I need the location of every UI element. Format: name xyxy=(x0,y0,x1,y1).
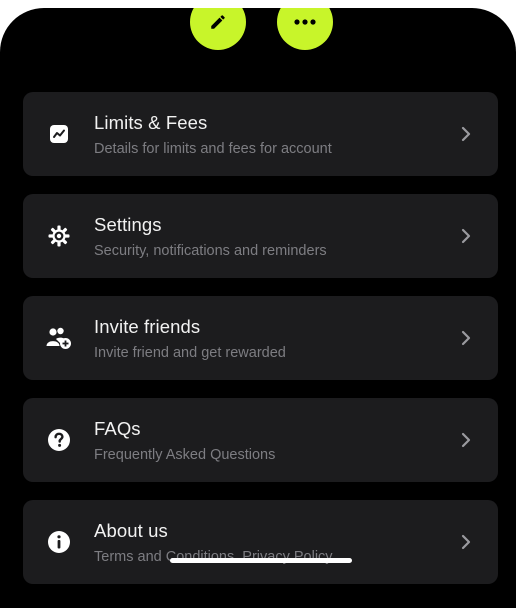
info-icon xyxy=(46,529,72,555)
app-screen: Limits & Fees Details for limits and fee… xyxy=(0,8,516,608)
menu-item-subtitle: Details for limits and fees for account xyxy=(94,141,332,157)
menu-item-settings[interactable]: Settings Security, notifications and rem… xyxy=(23,194,498,278)
menu-item-subtitle: Invite friend and get rewarded xyxy=(94,345,286,361)
more-horizontal-icon xyxy=(294,19,316,25)
chevron-right-icon xyxy=(461,534,471,550)
menu-item-title: About us xyxy=(94,520,168,541)
menu-item-title: Settings xyxy=(94,214,162,235)
pencil-icon xyxy=(211,15,225,29)
trend-chart-icon xyxy=(46,121,72,147)
menu-item-title: Invite friends xyxy=(94,316,201,337)
chevron-right-icon xyxy=(461,330,471,346)
add-user-icon xyxy=(46,325,72,351)
menu-item-invite-friends[interactable]: Invite friends Invite friend and get rew… xyxy=(23,296,498,380)
chevron-right-icon xyxy=(461,228,471,244)
menu-item-title: Limits & Fees xyxy=(94,112,208,133)
gear-icon xyxy=(46,223,72,249)
menu-item-subtitle: Frequently Asked Questions xyxy=(94,447,276,463)
chevron-right-icon xyxy=(461,432,471,448)
edit-button[interactable] xyxy=(190,8,246,50)
menu-item-about-us[interactable]: About us Terms and Conditions, Privacy P… xyxy=(23,500,498,584)
menu-item-title: FAQs xyxy=(94,418,141,439)
question-icon xyxy=(46,427,72,453)
chevron-right-icon xyxy=(461,126,471,142)
menu-item-limits-fees[interactable]: Limits & Fees Details for limits and fee… xyxy=(23,92,498,176)
home-indicator[interactable] xyxy=(170,558,352,563)
menu-item-faqs[interactable]: FAQs Frequently Asked Questions xyxy=(23,398,498,482)
more-options-button[interactable] xyxy=(277,8,333,50)
menu-item-subtitle: Security, notifications and reminders xyxy=(94,243,327,259)
settings-menu: Limits & Fees Details for limits and fee… xyxy=(23,92,498,602)
